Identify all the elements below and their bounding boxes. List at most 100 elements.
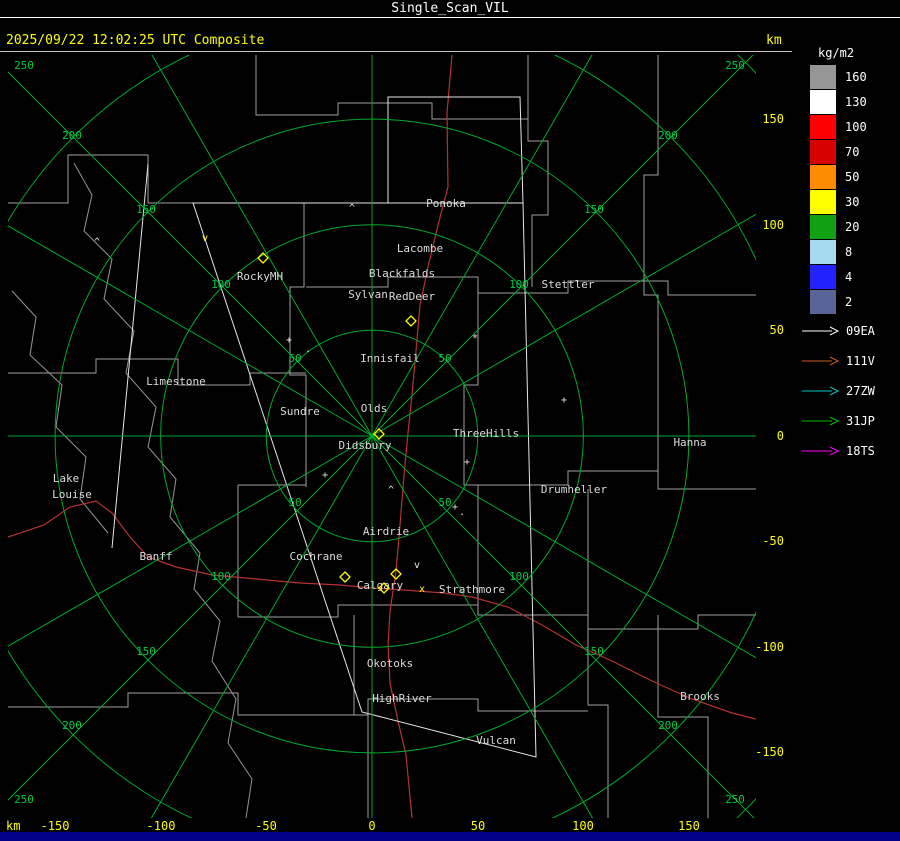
- city-label: Banff: [139, 550, 172, 563]
- right-axis-label: 0: [776, 429, 784, 443]
- map-marker: x: [419, 584, 425, 595]
- site-id-label: 18TS: [846, 444, 875, 458]
- city-label: Sundre: [280, 405, 320, 418]
- scale-row: 130: [810, 89, 877, 114]
- map-marker: v: [202, 233, 208, 244]
- range-label: 200: [658, 719, 678, 732]
- map-marker: +: [452, 502, 458, 513]
- radar-site-legend: 09EA 111V 27ZW 31JP 18TS: [802, 316, 875, 466]
- map-marker: .: [305, 344, 311, 355]
- map-marker: ^: [94, 237, 100, 248]
- city-label: RockyMH: [237, 270, 283, 283]
- bottom-axis-label: 150: [678, 819, 700, 833]
- map-top-border: [0, 51, 792, 52]
- range-label: 50: [288, 496, 301, 509]
- site-legend-row: 31JP: [802, 406, 875, 436]
- scale-swatch: [810, 164, 836, 189]
- scale-value-label: 8: [845, 244, 853, 259]
- scale-value-label: 50: [845, 169, 860, 184]
- scale-swatch: [810, 189, 836, 214]
- site-id-label: 31JP: [846, 414, 875, 428]
- radar-site-marker: [405, 315, 417, 327]
- right-axis-unit-label: km: [766, 33, 782, 48]
- radar-map-canvas[interactable]: 50 100 150 200 250 50 100 150 200 250 50 100 150 200 2…: [8, 55, 756, 818]
- scale-value-label: 160: [845, 69, 867, 84]
- right-axis-label: -150: [755, 745, 784, 759]
- range-label: 250: [725, 59, 745, 72]
- bottom-status-strip: [0, 832, 900, 841]
- city-label: Limestone: [146, 375, 206, 388]
- range-label: 100: [509, 570, 529, 583]
- range-label: 150: [584, 203, 604, 216]
- scale-value-label: 2: [845, 294, 853, 309]
- right-axis-label: 150: [762, 112, 784, 126]
- bottom-axis-unit-label: km: [6, 819, 21, 833]
- radial-line: [371, 435, 594, 818]
- range-label: 150: [136, 645, 156, 658]
- scale-swatch: [810, 139, 836, 164]
- scale-row: 50: [810, 164, 877, 189]
- scale-row: 8: [810, 239, 877, 264]
- city-label: Brooks: [680, 690, 720, 703]
- range-label: 100: [211, 278, 231, 291]
- scan-datetime-label: 2025/09/22 12:02:25 UTC Composite: [6, 33, 265, 48]
- city-label: Okotoks: [367, 657, 413, 670]
- radar-site-marker: [339, 571, 351, 583]
- window-title: Single_Scan_VIL: [391, 1, 509, 16]
- scale-value-label: 30: [845, 194, 860, 209]
- scale-swatch: [810, 239, 836, 264]
- scale-value-label: 130: [845, 94, 867, 109]
- map-marker: *: [472, 333, 478, 344]
- site-id-label: 09EA: [846, 324, 875, 338]
- map-marker: +: [464, 457, 470, 468]
- city-label: Sylvan: [348, 288, 388, 301]
- map-marker: +: [322, 470, 328, 481]
- scale-row: 160: [810, 64, 877, 89]
- range-label: 250: [14, 793, 34, 806]
- scale-swatch: [810, 89, 836, 114]
- city-label: Stettler: [542, 278, 595, 291]
- city-label: HighRiver: [372, 692, 432, 705]
- range-label: 100: [211, 570, 231, 583]
- site-arrow-icon: [802, 326, 840, 336]
- radial-line: [150, 435, 373, 818]
- color-scale: 160 130 100 70 50 30 20 8 4 2: [810, 64, 877, 314]
- site-legend-row: 09EA: [802, 316, 875, 346]
- site-arrow-icon: [802, 386, 840, 396]
- range-label: 50: [288, 352, 301, 365]
- site-id-label: 111V: [846, 354, 875, 368]
- scale-value-label: 20: [845, 219, 860, 234]
- scale-swatch: [810, 64, 836, 89]
- city-label: Didsbury: [339, 439, 392, 452]
- bottom-axis-label: -100: [146, 819, 176, 833]
- city-label: Lacombe: [397, 242, 443, 255]
- map-marker: ^: [388, 485, 394, 496]
- park-boundaries: [11, 162, 253, 818]
- city-label: Louise: [52, 488, 92, 501]
- right-axis-label: -50: [762, 534, 784, 548]
- scale-row: 2: [810, 289, 877, 314]
- site-arrow-icon: [802, 416, 840, 426]
- scale-swatch: [810, 264, 836, 289]
- range-label: 50: [438, 496, 451, 509]
- color-scale-unit-label: kg/m2: [818, 46, 855, 60]
- radar-application-window: Single_Scan_VIL 2025/09/22 12:02:25 UTC …: [0, 0, 900, 841]
- map-marker: +: [561, 395, 567, 406]
- range-label: 50: [438, 352, 451, 365]
- city-label: Hanna: [673, 436, 706, 449]
- city-label: Airdrie: [363, 525, 409, 538]
- range-label: 250: [725, 793, 745, 806]
- city-label: Cochrane: [290, 550, 343, 563]
- site-legend-row: 18TS: [802, 436, 875, 466]
- scale-row: 30: [810, 189, 877, 214]
- bottom-axis-label: -150: [40, 819, 70, 833]
- scale-swatch: [810, 214, 836, 239]
- scale-swatch: [810, 289, 836, 314]
- right-axis-label: 100: [762, 218, 784, 232]
- map-marker: .: [459, 507, 465, 518]
- radial-line: [8, 225, 373, 437]
- city-label: RedDeer: [389, 290, 436, 303]
- range-label: 200: [62, 719, 82, 732]
- right-axis-label: -100: [755, 640, 784, 654]
- scale-value-label: 70: [845, 144, 860, 159]
